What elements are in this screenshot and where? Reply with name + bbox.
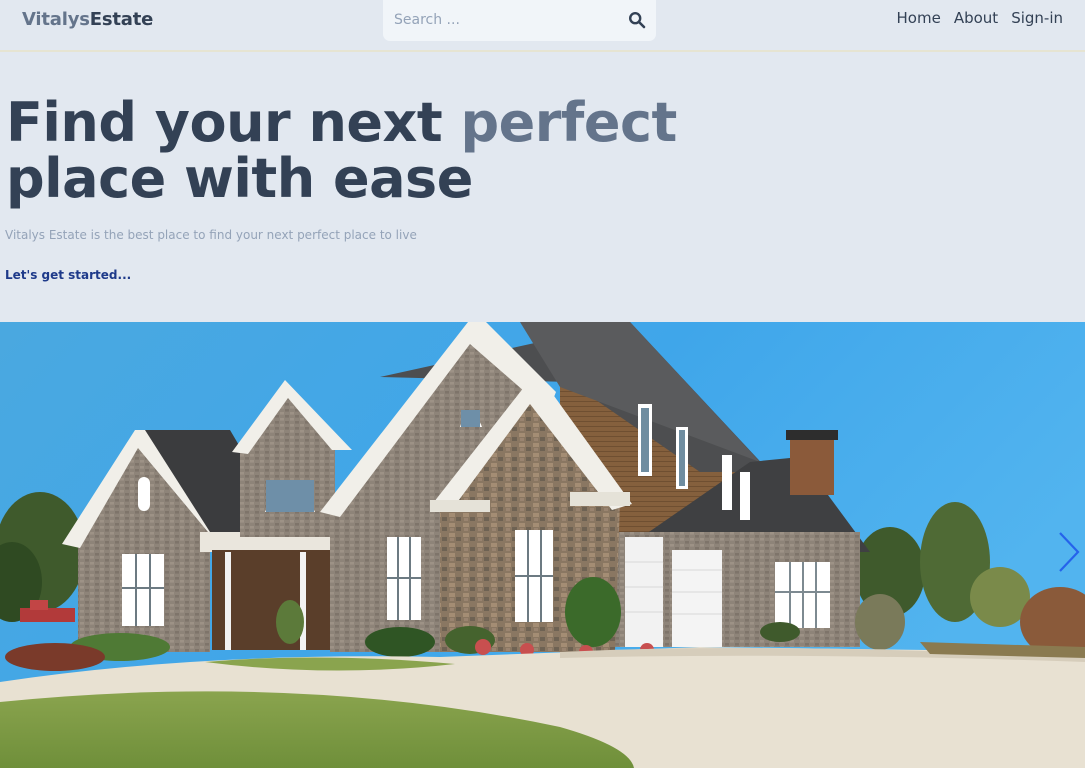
search-input[interactable] — [394, 9, 614, 31]
main-nav: Home About Sign-in — [897, 9, 1063, 27]
hero-title: Find your next perfect place with ease — [6, 95, 706, 207]
search-icon[interactable] — [628, 11, 646, 29]
get-started-link[interactable]: Let's get started... — [5, 268, 131, 282]
image-carousel — [0, 322, 1085, 768]
hero-title-main: Find your next — [6, 91, 461, 154]
hero-title-line2: place with ease — [6, 147, 473, 210]
nav-about-link[interactable]: About — [954, 9, 998, 27]
hero-subtitle: Vitalys Estate is the best place to find… — [5, 228, 417, 242]
hero-title-accent: perfect — [460, 91, 677, 154]
search-bar — [383, 0, 656, 41]
chevron-right-icon[interactable] — [1057, 530, 1081, 574]
hero-section: Find your next perfect place with ease V… — [0, 54, 1085, 322]
site-header: VitalysEstate Home About Sign-in — [0, 0, 1085, 52]
house-photo — [0, 322, 1085, 768]
logo-part-estate: Estate — [89, 9, 154, 30]
nav-signin-link[interactable]: Sign-in — [1011, 9, 1063, 27]
logo-part-vitalys: Vitalys — [22, 9, 90, 30]
site-logo[interactable]: VitalysEstate — [22, 9, 153, 30]
nav-home-link[interactable]: Home — [897, 9, 941, 27]
